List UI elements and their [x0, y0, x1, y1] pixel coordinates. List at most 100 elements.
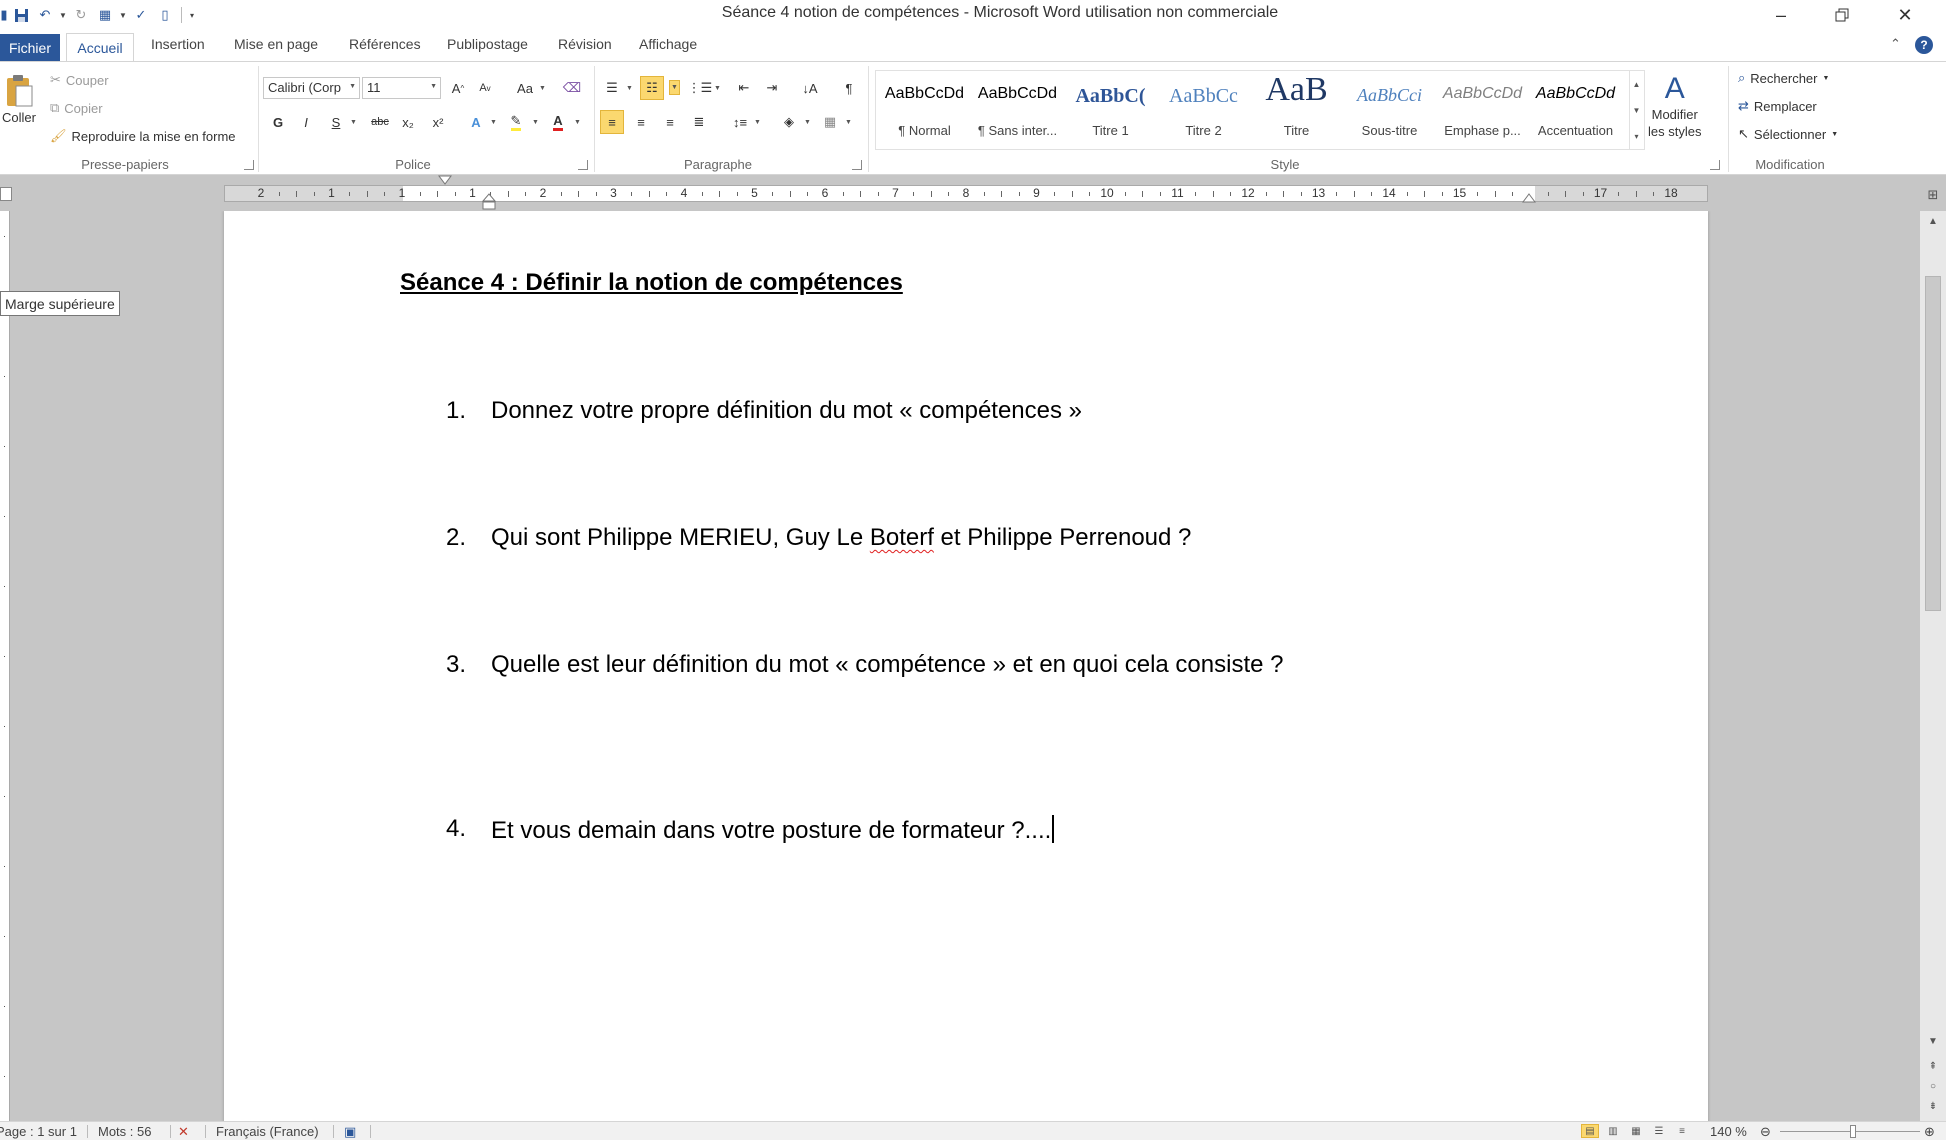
style-item[interactable]: AaBbCcDd ¶ Sans inter... — [971, 71, 1064, 149]
minimize-button[interactable]: – — [1750, 0, 1812, 30]
justify-icon[interactable]: ≣ — [687, 110, 711, 134]
text-effects-dropdown-icon[interactable]: ▼ — [490, 119, 497, 126]
tab-selector[interactable] — [0, 187, 12, 201]
shading-icon[interactable]: ◈ — [777, 110, 801, 134]
collapse-ribbon-icon[interactable]: ⌃ — [1890, 36, 1901, 52]
font-size-combo[interactable]: 11 ▼ — [362, 77, 441, 99]
next-page-icon[interactable]: ⇟ — [1920, 1096, 1946, 1116]
misspelled-word[interactable]: Boterf — [870, 524, 934, 551]
clear-formatting-icon[interactable]: ⌫ — [560, 76, 584, 100]
zoom-out-icon[interactable]: ⊖ — [1760, 1124, 1771, 1140]
spelling-check-icon[interactable]: ✓ — [130, 4, 152, 26]
tab-references[interactable]: Références — [349, 36, 421, 52]
document-page[interactable]: Séance 4 : Définir la notion de compéten… — [224, 211, 1708, 1121]
tab-layout[interactable]: Mise en page — [234, 36, 318, 52]
style-item[interactable]: AaBbCcDd ¶ Normal — [878, 71, 971, 149]
horizontal-ruler[interactable]: 2 1 1 1 2 3 4 5 6 7 8 9 10 11 12 13 14 15 17 18 — [224, 185, 1708, 202]
web-layout-icon[interactable]: ▦ — [1627, 1124, 1645, 1138]
style-item[interactable]: AaBbCcDd Accentuation — [1529, 71, 1622, 149]
change-case-dropdown-icon[interactable]: ▼ — [539, 85, 546, 92]
scroll-thumb[interactable] — [1925, 276, 1941, 611]
list-text[interactable]: Quelle est leur définition du mot « comp… — [491, 651, 1283, 679]
find-button[interactable]: ⌕ Rechercher ▼ — [1738, 70, 1829, 86]
sort-icon[interactable]: ↓A — [798, 76, 822, 100]
bullets-dropdown-icon[interactable]: ▼ — [626, 85, 633, 92]
redo-icon[interactable]: ↻ — [70, 4, 92, 26]
vertical-scrollbar[interactable]: ▲ ▼ ⇞ ○ ⇟ — [1920, 211, 1946, 1121]
numbering-dropdown-icon[interactable]: ▼ — [669, 80, 680, 95]
copy-button[interactable]: ⧉ Copier — [50, 100, 103, 116]
strikethrough-button[interactable]: abc — [368, 110, 392, 134]
new-document-icon[interactable]: ▯ — [154, 4, 176, 26]
undo-icon[interactable]: ↶ — [34, 4, 56, 26]
first-line-indent-marker[interactable] — [438, 175, 452, 187]
underline-dropdown-icon[interactable]: ▼ — [350, 119, 357, 126]
style-item[interactable]: AaBbCc Titre 2 — [1157, 71, 1250, 149]
replace-button[interactable]: ⇄ Remplacer — [1738, 98, 1817, 114]
zoom-slider-thumb[interactable] — [1850, 1125, 1856, 1138]
multilevel-dropdown-icon[interactable]: ▼ — [714, 85, 721, 92]
highlight-dropdown-icon[interactable]: ▼ — [532, 119, 539, 126]
font-name-combo[interactable]: Calibri (Corp ▼ — [263, 77, 360, 99]
hanging-indent-marker[interactable] — [482, 193, 496, 211]
align-center-icon[interactable]: ≡ — [629, 110, 653, 134]
style-item[interactable]: AaB Titre — [1250, 71, 1343, 149]
highlight-icon[interactable]: ✎ — [504, 110, 528, 134]
bold-button[interactable]: G — [266, 110, 290, 134]
paragraph-launcher-icon[interactable] — [852, 160, 862, 170]
line-spacing-dropdown-icon[interactable]: ▼ — [754, 119, 761, 126]
list-text[interactable]: Et vous demain dans votre posture de for… — [491, 815, 1055, 845]
tab-home[interactable]: Accueil — [66, 33, 134, 62]
word-app-icon[interactable]: ▮ — [0, 4, 8, 26]
style-item[interactable]: AaBbCcDd Emphase p... — [1436, 71, 1529, 149]
gallery-more-icon[interactable]: ▾ — [1629, 123, 1644, 149]
page-count[interactable]: Page : 1 sur 1 — [0, 1124, 77, 1139]
modify-styles-button[interactable]: A Modifier les styles — [1648, 72, 1701, 140]
list-text[interactable]: Qui sont Philippe MERIEU, Guy Le Boterf … — [491, 524, 1191, 552]
right-indent-marker[interactable] — [1522, 193, 1536, 205]
underline-button[interactable]: S — [324, 110, 348, 134]
superscript-button[interactable]: x² — [426, 110, 450, 134]
multilevel-list-icon[interactable]: ⋮☰ — [688, 76, 713, 100]
borders-icon[interactable]: ▦ — [818, 110, 842, 134]
print-layout-icon[interactable]: ▤ — [1581, 1124, 1599, 1138]
gallery-up-icon[interactable]: ▲ — [1629, 71, 1644, 97]
numbering-icon[interactable]: ☷ — [640, 76, 664, 100]
scroll-up-icon[interactable]: ▲ — [1920, 211, 1946, 231]
proofing-error-icon[interactable]: ✕ — [178, 1124, 189, 1140]
macro-record-icon[interactable]: ▣ — [344, 1124, 356, 1140]
style-item[interactable]: AaBbC( Titre 1 — [1064, 71, 1157, 149]
grow-font-icon[interactable]: A ^ — [446, 76, 470, 100]
decrease-indent-icon[interactable]: ⇤ — [732, 76, 756, 100]
tab-insert[interactable]: Insertion — [151, 36, 205, 52]
style-item[interactable]: AaBbCci Sous-titre — [1343, 71, 1436, 149]
zoom-level[interactable]: 140 % — [1710, 1124, 1747, 1139]
cut-button[interactable]: ✂ Couper — [50, 72, 109, 88]
save-icon[interactable] — [10, 4, 32, 26]
restore-button[interactable] — [1811, 0, 1873, 30]
undo-dropdown-icon[interactable]: ▼ — [58, 4, 68, 26]
show-formatting-marks-icon[interactable]: ¶ — [837, 76, 861, 100]
scroll-down-icon[interactable]: ▼ — [1920, 1031, 1946, 1051]
draft-icon[interactable]: ≡ — [1673, 1124, 1691, 1138]
shrink-font-icon[interactable]: Av — [473, 76, 497, 100]
list-text[interactable]: Donnez votre propre définition du mot « … — [491, 397, 1082, 425]
vertical-ruler[interactable]: ············· — [0, 211, 10, 1121]
subscript-button[interactable]: x₂ — [396, 110, 420, 134]
select-button[interactable]: ↖ Sélectionner ▼ — [1738, 126, 1838, 142]
tab-review[interactable]: Révision — [558, 36, 612, 52]
tab-file[interactable]: Fichier — [0, 34, 60, 61]
language[interactable]: Français (France) — [216, 1124, 319, 1139]
table-icon[interactable]: ▦ — [94, 4, 116, 26]
shading-dropdown-icon[interactable]: ▼ — [804, 119, 811, 126]
line-spacing-icon[interactable]: ↕≡ — [728, 110, 752, 134]
borders-dropdown-icon[interactable]: ▼ — [845, 119, 852, 126]
zoom-in-icon[interactable]: ⊕ — [1924, 1124, 1935, 1140]
italic-button[interactable]: I — [294, 110, 318, 134]
previous-page-icon[interactable]: ⇞ — [1920, 1056, 1946, 1076]
document-area[interactable]: Séance 4 : Définir la notion de compéten… — [10, 211, 1920, 1121]
tab-mailings[interactable]: Publipostage — [447, 36, 528, 52]
text-effects-icon[interactable]: A — [464, 110, 488, 134]
table-dropdown-icon[interactable]: ▼ — [118, 4, 128, 26]
font-launcher-icon[interactable] — [578, 160, 588, 170]
